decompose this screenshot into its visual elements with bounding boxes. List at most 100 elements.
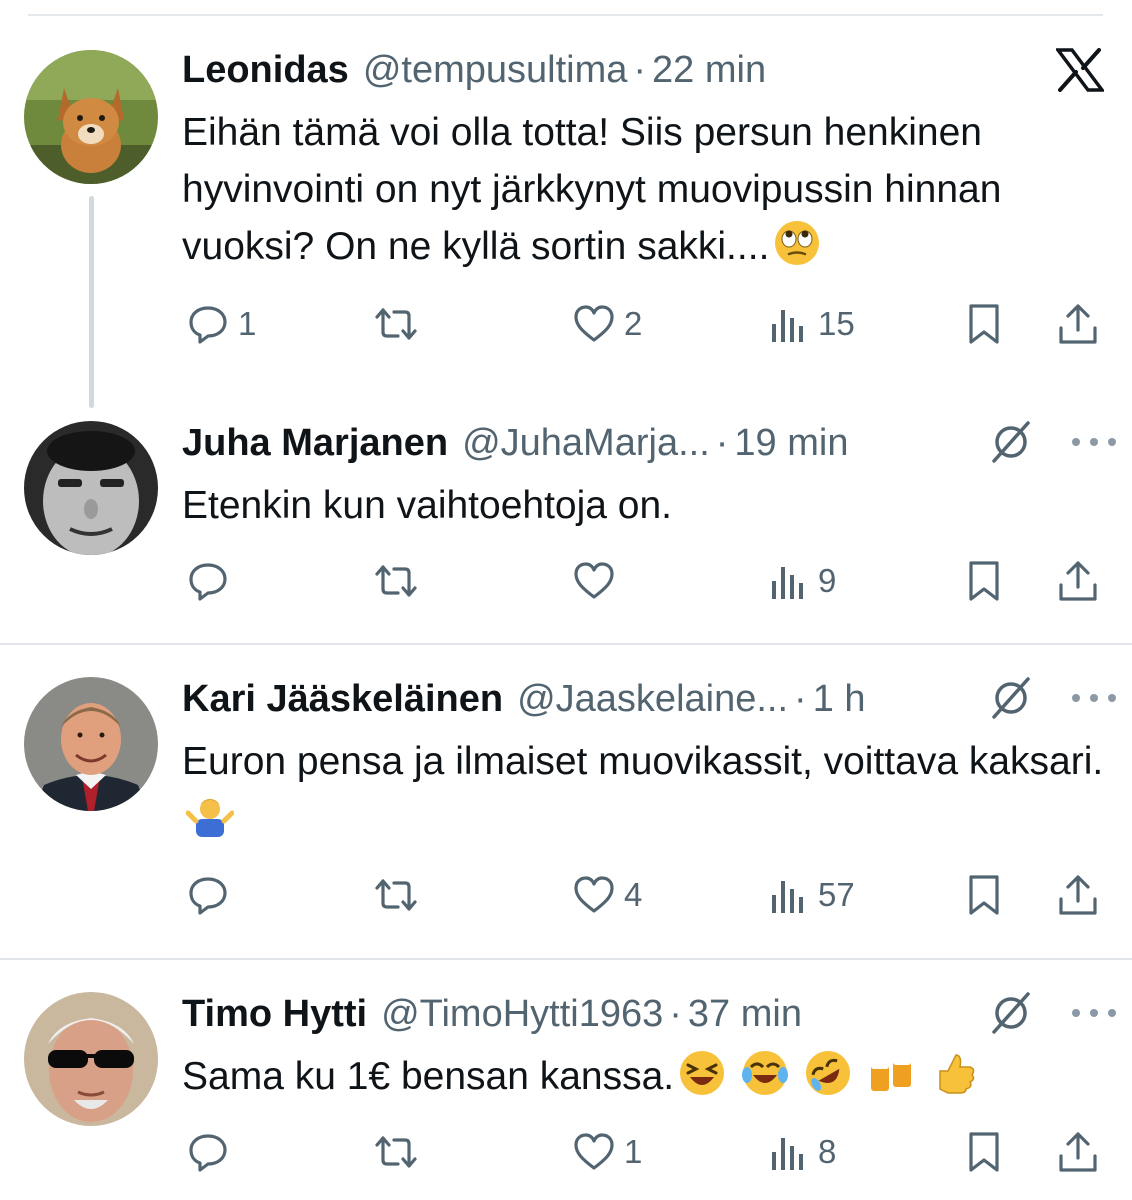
bookmark-button[interactable] (962, 300, 1006, 348)
retweet-button[interactable] (374, 1128, 426, 1176)
post-header: Kari Jääskeläinen @Jaaskelaine... · 1 h (182, 675, 866, 723)
fox-avatar-image (24, 50, 158, 184)
more-options-icon[interactable] (1070, 692, 1118, 704)
grok-icon[interactable] (988, 419, 1034, 465)
like-button[interactable] (572, 557, 624, 605)
retweet-icon (375, 1136, 417, 1168)
reply-icon (189, 1134, 227, 1172)
views-icon (772, 1138, 803, 1170)
reply-button[interactable] (186, 871, 238, 919)
share-icon (1059, 1132, 1097, 1172)
avatar[interactable] (24, 677, 158, 811)
separator: · (633, 49, 647, 91)
views-icon (772, 881, 803, 913)
retweet-icon (375, 565, 417, 597)
share-button[interactable] (1056, 557, 1100, 605)
thread-line (89, 196, 94, 408)
views-button[interactable]: 57 (766, 871, 855, 919)
like-count: 1 (624, 1133, 643, 1170)
avatar[interactable] (24, 992, 158, 1126)
bookmark-icon (969, 304, 999, 344)
post-text-content: Eihän tämä voi olla totta! Siis persun h… (182, 111, 1002, 268)
share-icon (1059, 304, 1097, 344)
post-timo-hytti[interactable]: Timo Hytti @TimoHytti1963 · 37 min Sama … (0, 960, 1132, 1200)
heart-icon (574, 876, 614, 913)
post-text-content: Etenkin kun vaihtoehtoja on. (182, 484, 673, 527)
like-count: 4 (624, 876, 643, 913)
retweet-button[interactable] (374, 300, 426, 348)
reply-button[interactable] (186, 557, 238, 605)
reply-button[interactable]: 1 (186, 300, 256, 348)
heart-icon (574, 305, 614, 342)
share-icon (1059, 875, 1097, 915)
author-handle[interactable]: @TimoHytti1963 (381, 990, 663, 1038)
heart-icon (574, 562, 614, 599)
man-suit-avatar-image (24, 677, 158, 811)
grok-icon[interactable] (988, 675, 1034, 721)
post-time[interactable]: 1 h (813, 675, 866, 723)
author-handle[interactable]: @Jaaskelaine... (517, 675, 788, 723)
retweet-button[interactable] (374, 557, 426, 605)
like-count: 2 (624, 305, 643, 342)
views-button[interactable]: 15 (766, 300, 855, 348)
bookmark-button[interactable] (962, 557, 1006, 605)
like-button[interactable]: 4 (572, 871, 642, 919)
thumbs-up-emoji (930, 1049, 978, 1113)
grinning-squinting-emoji (678, 1049, 726, 1113)
post-text-content: Sama ku 1€ bensan kanssa. (182, 1055, 675, 1098)
author-name[interactable]: Kari Jääskeläinen (182, 675, 503, 723)
man-sunglasses-avatar-image (24, 992, 158, 1126)
bookmark-button[interactable] (962, 871, 1006, 919)
heart-icon (574, 1133, 614, 1170)
post-time[interactable]: 22 min (652, 46, 766, 94)
x-logo-icon[interactable] (1056, 48, 1104, 92)
retweet-button[interactable] (374, 871, 426, 919)
share-icon (1059, 561, 1097, 601)
views-count: 8 (818, 1133, 837, 1170)
post-header: Timo Hytti @TimoHytti1963 · 37 min (182, 990, 802, 1038)
post-time[interactable]: 19 min (734, 419, 848, 467)
author-handle[interactable]: @JuhaMarja... (462, 419, 710, 467)
views-count: 15 (818, 305, 855, 342)
share-button[interactable] (1056, 300, 1100, 348)
bookmark-button[interactable] (962, 1128, 1006, 1176)
reply-button[interactable] (186, 1128, 238, 1176)
retweet-icon (375, 308, 417, 340)
post-text: Etenkin kun vaihtoehtoja on. (182, 477, 1112, 534)
post-juha-marjanen[interactable]: Juha Marjanen @JuhaMarja... · 19 min Ete… (0, 395, 1132, 643)
share-button[interactable] (1056, 871, 1100, 919)
separator: · (669, 993, 682, 1035)
shrug-emoji (185, 791, 235, 855)
separator: · (715, 422, 729, 464)
views-icon (772, 310, 803, 342)
avatar[interactable] (24, 421, 158, 555)
bookmark-icon (969, 875, 999, 915)
like-button[interactable]: 2 (572, 300, 642, 348)
reply-icon (189, 877, 227, 915)
post-text: Sama ku 1€ bensan kanssa. (182, 1048, 1112, 1113)
post-text: Eihän tämä voi olla totta! Siis persun h… (182, 104, 1112, 283)
action-bar: 4 57 (182, 871, 1112, 919)
views-button[interactable]: 9 (766, 557, 836, 605)
author-handle[interactable]: @tempusultima (363, 46, 628, 94)
grok-icon[interactable] (988, 990, 1034, 1036)
post-leonidas[interactable]: Leonidas @tempusultima · 22 min Eihän tä… (0, 0, 1132, 408)
like-button[interactable]: 1 (572, 1128, 642, 1176)
post-time[interactable]: 37 min (688, 990, 802, 1038)
avatar[interactable] (24, 50, 158, 184)
views-count: 57 (818, 876, 855, 913)
author-name[interactable]: Leonidas (182, 46, 349, 94)
author-name[interactable]: Juha Marjanen (182, 419, 448, 467)
more-options-icon[interactable] (1070, 436, 1118, 448)
man-bw-avatar-image (24, 421, 158, 555)
post-kari-jaaskelainen[interactable]: Kari Jääskeläinen @Jaaskelaine... · 1 h … (0, 645, 1132, 958)
more-options-icon[interactable] (1070, 1007, 1118, 1019)
views-button[interactable]: 8 (766, 1128, 836, 1176)
eye-roll-emoji (773, 219, 821, 283)
views-icon (772, 567, 803, 599)
bookmark-icon (969, 561, 999, 601)
share-button[interactable] (1056, 1128, 1100, 1176)
author-name[interactable]: Timo Hytti (182, 990, 367, 1038)
beer-mugs-emoji (867, 1049, 915, 1113)
post-header: Leonidas @tempusultima · 22 min (182, 46, 766, 94)
